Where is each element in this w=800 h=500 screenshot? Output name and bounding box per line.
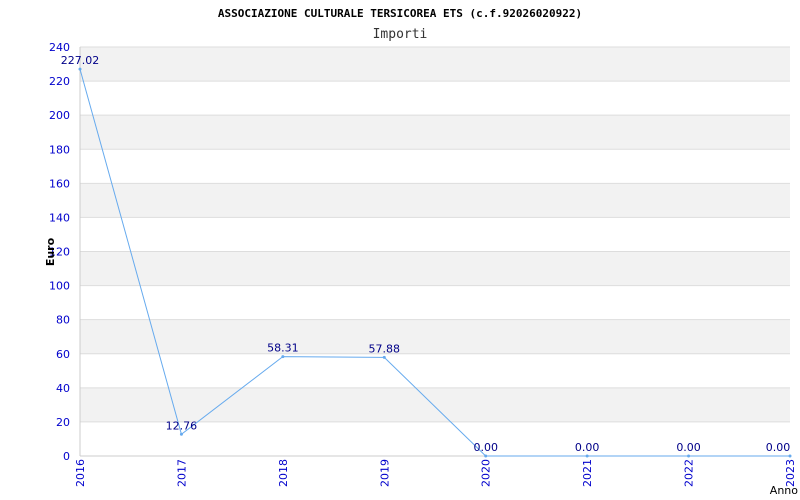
plot-band	[80, 251, 790, 286]
y-tick-label: 0	[63, 450, 70, 463]
x-tick-label: 2023	[784, 459, 797, 487]
plot-band	[80, 115, 790, 150]
data-point	[179, 432, 183, 436]
x-tick-label: 2019	[378, 459, 391, 487]
x-tick-label: 2022	[683, 459, 696, 487]
data-label: 0.00	[676, 441, 701, 454]
plot-band	[80, 47, 790, 82]
plot-band	[80, 353, 790, 388]
y-tick-label: 140	[49, 211, 70, 224]
plot-band	[80, 285, 790, 320]
plot-band	[80, 81, 790, 116]
data-label: 0.00	[575, 441, 600, 454]
data-label: 12.76	[166, 419, 198, 432]
y-tick-label: 220	[49, 75, 70, 88]
x-tick-label: 2020	[480, 459, 493, 487]
x-tick-label: 2017	[175, 459, 188, 487]
data-label: 57.88	[369, 342, 401, 355]
y-tick-label: 60	[56, 348, 70, 361]
y-axis-label: Euro	[44, 237, 57, 266]
y-tick-label: 100	[49, 280, 70, 293]
plot-band	[80, 149, 790, 184]
x-tick-label: 2018	[277, 459, 290, 487]
y-tick-label: 80	[56, 314, 70, 327]
data-point	[281, 355, 285, 359]
y-tick-label: 20	[56, 416, 70, 429]
plot-band	[80, 217, 790, 252]
data-point	[382, 355, 386, 359]
chart: ASSOCIAZIONE CULTURALE TERSICOREA ETS (c…	[44, 7, 798, 497]
plot-band	[80, 183, 790, 218]
y-tick-label: 160	[49, 177, 70, 190]
data-label: 58.31	[267, 342, 299, 355]
x-axis-label: Anno	[770, 484, 798, 497]
data-label: 0.00	[473, 441, 498, 454]
x-tick-labels: 2016 2017 2018 2019 2020 2021 2022 2023	[74, 459, 797, 487]
data-label: 0.00	[766, 441, 791, 454]
y-tick-label: 180	[49, 143, 70, 156]
x-tick-label: 2016	[74, 459, 87, 487]
chart-subtitle: Importi	[373, 27, 428, 42]
plot-band	[80, 387, 790, 422]
plot-band	[80, 319, 790, 354]
y-tick-label: 200	[49, 109, 70, 122]
data-label: 227.02	[61, 54, 100, 67]
data-point	[585, 454, 589, 458]
data-point	[687, 454, 691, 458]
x-tick-label: 2021	[581, 459, 594, 487]
chart-title: ASSOCIAZIONE CULTURALE TERSICOREA ETS (c…	[218, 7, 582, 20]
y-tick-label: 40	[56, 382, 70, 395]
y-tick-label: 240	[49, 41, 70, 54]
data-point	[78, 67, 82, 71]
data-point	[788, 454, 792, 458]
data-point	[484, 454, 488, 458]
